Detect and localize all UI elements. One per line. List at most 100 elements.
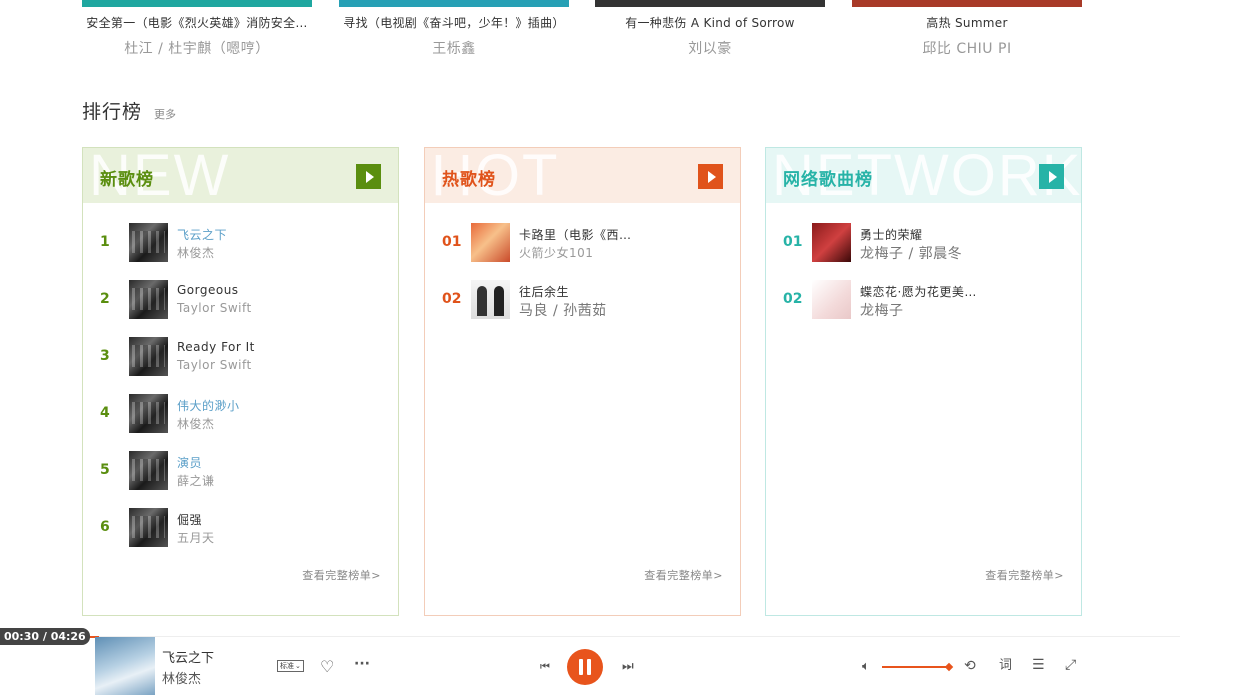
loop-icon[interactable]: ⟲ — [964, 659, 976, 673]
volume-slider[interactable] — [882, 666, 948, 668]
section-title: 排行榜 — [82, 101, 143, 123]
rank-list: 01 勇士的荣耀 龙梅子 / 郭晨冬 02 蝶恋花·愿为花更美… 龙梅子 — [766, 223, 1081, 337]
album-tile[interactable]: 安全第一（电影《烈火英雄》消防安全… 杜江 / 杜宇麒（嗯哼） — [82, 0, 312, 58]
album-cover[interactable] — [852, 0, 1082, 7]
card-title[interactable]: 热歌榜 — [442, 165, 496, 190]
chevron-down-icon: ⌄ — [295, 662, 301, 670]
now-playing-cover[interactable] — [95, 637, 155, 695]
album-cover[interactable] — [339, 0, 569, 7]
rank-number: 01 — [442, 234, 462, 250]
song-title[interactable]: 往后余生 — [519, 283, 719, 300]
song-cover[interactable] — [471, 280, 510, 319]
rank-number: 02 — [442, 291, 462, 307]
song-title[interactable]: 勇士的荣耀 — [860, 226, 1060, 243]
volume-handle[interactable] — [944, 662, 954, 672]
album-title[interactable]: 高热 Summer — [852, 14, 1082, 31]
album-artist[interactable]: 王栎鑫 — [339, 38, 569, 58]
song-artist[interactable]: 五月天 — [177, 529, 215, 546]
album-artist[interactable]: 杜江 / 杜宇麒（嗯哼） — [82, 38, 312, 58]
top-album-row: 安全第一（电影《烈火英雄》消防安全… 杜江 / 杜宇麒（嗯哼） 寻找（电视剧《奋… — [82, 0, 1082, 60]
song-title[interactable]: 倔强 — [177, 511, 377, 528]
lyrics-icon[interactable]: 词 — [999, 659, 1012, 672]
list-item: 4 伟大的渺小 林俊杰 — [83, 394, 398, 451]
rank-number: 2 — [100, 291, 110, 307]
song-title[interactable]: 蝶恋花·愿为花更美… — [860, 283, 1060, 300]
card-header: NETWORK 网络歌曲榜 — [766, 148, 1081, 203]
view-full-chart-link[interactable]: 查看完整榜单> — [644, 567, 723, 583]
chart-card-new: NEW 新歌榜 1 飞云之下 林俊杰 2 Gorgeous Taylor Swi… — [82, 147, 399, 616]
song-artist[interactable]: Taylor Swift — [177, 358, 252, 372]
list-item: 1 飞云之下 林俊杰 — [83, 223, 398, 280]
pause-icon — [579, 659, 583, 675]
pause-button[interactable] — [567, 649, 603, 685]
song-artist[interactable]: 火箭少女101 — [519, 244, 593, 261]
chart-card-hot: HOT 热歌榜 01 卡路里（电影《西… 火箭少女101 02 往后余生 马良 … — [424, 147, 741, 616]
volume-icon[interactable]: 🔈︎ — [862, 660, 870, 673]
card-title[interactable]: 网络歌曲榜 — [783, 165, 873, 190]
prev-icon[interactable]: ⏮ — [540, 661, 550, 672]
play-all-icon[interactable] — [1039, 164, 1064, 189]
album-tile[interactable]: 有一种悲伤 A Kind of Sorrow 刘以豪 — [595, 0, 825, 58]
next-icon[interactable]: ⏭ — [622, 660, 634, 673]
more-link[interactable]: 更多 — [154, 106, 176, 122]
song-artist[interactable]: 薛之谦 — [177, 472, 215, 489]
fullscreen-icon[interactable]: ⤢ — [1065, 658, 1076, 672]
song-title[interactable]: 演员 — [177, 454, 377, 471]
rank-number: 02 — [783, 291, 803, 307]
song-cover[interactable] — [129, 451, 168, 490]
song-title[interactable]: Gorgeous — [177, 283, 377, 297]
list-item: 01 勇士的荣耀 龙梅子 / 郭晨冬 — [766, 223, 1081, 280]
album-title[interactable]: 寻找（电视剧《奋斗吧，少年！》插曲） — [339, 14, 569, 31]
list-item: 2 Gorgeous Taylor Swift — [83, 280, 398, 337]
song-cover[interactable] — [129, 280, 168, 319]
song-cover[interactable] — [812, 280, 851, 319]
album-title[interactable]: 安全第一（电影《烈火英雄》消防安全… — [82, 14, 312, 31]
song-artist[interactable]: 龙梅子 — [860, 300, 904, 320]
song-cover[interactable] — [129, 508, 168, 547]
now-playing-artist[interactable]: 林俊杰 — [162, 668, 201, 687]
heart-icon[interactable]: ♡ — [320, 659, 334, 675]
rank-number: 5 — [100, 462, 110, 478]
song-artist[interactable]: 龙梅子 / 郭晨冬 — [860, 243, 962, 263]
more-icon[interactable]: ··· — [354, 657, 370, 671]
album-artist[interactable]: 邱比 CHIU PI — [852, 38, 1082, 58]
card-header: NEW 新歌榜 — [83, 148, 398, 203]
song-cover[interactable] — [129, 223, 168, 262]
song-title[interactable]: Ready For It — [177, 340, 377, 354]
view-full-chart-link[interactable]: 查看完整榜单> — [302, 567, 381, 583]
song-cover[interactable] — [129, 394, 168, 433]
song-artist[interactable]: 林俊杰 — [177, 415, 215, 432]
ranking-section-header: 排行榜 更多 — [82, 97, 176, 124]
list-item: 3 Ready For It Taylor Swift — [83, 337, 398, 394]
play-all-icon[interactable] — [356, 164, 381, 189]
rank-number: 01 — [783, 234, 803, 250]
quality-button[interactable]: 标准 ⌄ — [277, 660, 304, 672]
album-cover[interactable] — [82, 0, 312, 7]
album-title[interactable]: 有一种悲伤 A Kind of Sorrow — [595, 14, 825, 31]
song-title[interactable]: 飞云之下 — [177, 226, 377, 243]
album-tile[interactable]: 高热 Summer 邱比 CHIU PI — [852, 0, 1082, 58]
rank-number: 3 — [100, 348, 110, 364]
card-header: HOT 热歌榜 — [425, 148, 740, 203]
player-bar: 飞云之下 林俊杰 标准 ⌄ ♡ ··· ⏮ ⏭ 🔈︎ ⟲ 词 ☰ ⤢ — [0, 637, 1252, 695]
quality-label: 标准 — [280, 662, 294, 670]
view-full-chart-link[interactable]: 查看完整榜单> — [985, 567, 1064, 583]
list-item: 02 蝶恋花·愿为花更美… 龙梅子 — [766, 280, 1081, 337]
card-title[interactable]: 新歌榜 — [100, 165, 154, 190]
album-tile[interactable]: 寻找（电视剧《奋斗吧，少年！》插曲） 王栎鑫 — [339, 0, 569, 58]
now-playing-title[interactable]: 飞云之下 — [162, 647, 214, 666]
song-cover[interactable] — [812, 223, 851, 262]
song-cover[interactable] — [129, 337, 168, 376]
song-artist[interactable]: 马良 / 孙茜茹 — [519, 300, 607, 320]
album-cover[interactable] — [595, 0, 825, 7]
album-artist[interactable]: 刘以豪 — [595, 38, 825, 58]
list-item: 01 卡路里（电影《西… 火箭少女101 — [425, 223, 740, 280]
song-title[interactable]: 伟大的渺小 — [177, 397, 377, 414]
song-cover[interactable] — [471, 223, 510, 262]
song-artist[interactable]: Taylor Swift — [177, 301, 252, 315]
list-item: 02 往后余生 马良 / 孙茜茹 — [425, 280, 740, 337]
playlist-icon[interactable]: ☰ — [1032, 658, 1045, 672]
play-all-icon[interactable] — [698, 164, 723, 189]
song-title[interactable]: 卡路里（电影《西… — [519, 226, 719, 243]
song-artist[interactable]: 林俊杰 — [177, 244, 215, 261]
